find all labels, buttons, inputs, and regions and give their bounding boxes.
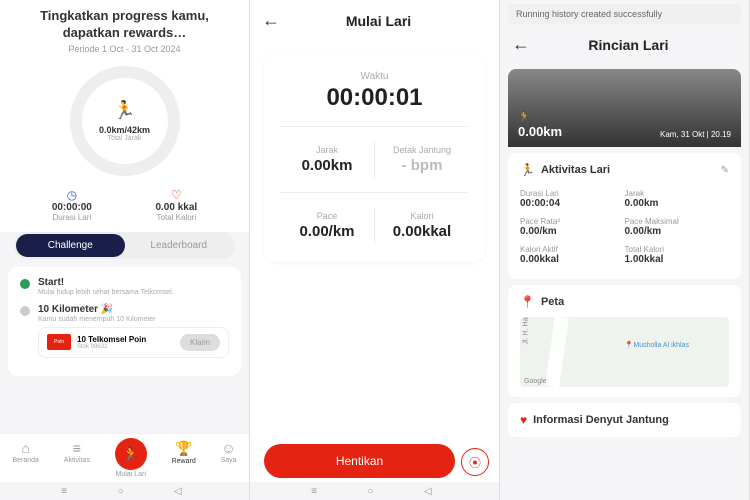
- progress-label: Total Jarak: [108, 135, 142, 142]
- timeline: Start! Mulai hidup lebih sehat bersama T…: [8, 267, 241, 376]
- runner-icon: 🏃: [520, 163, 535, 177]
- activity-stats: Durasi Lari00:00:04 Jarak0.00km Pace Rat…: [520, 185, 729, 269]
- challenge-period: Periode 1 Oct - 31 Oct 2024: [20, 44, 229, 54]
- map[interactable]: Jl. H. Harun 📍Musholla Al ikhlas Google: [520, 317, 729, 387]
- edit-icon[interactable]: ✎: [721, 165, 729, 176]
- timeline-item: Start! Mulai hidup lebih sehat bersama T…: [20, 277, 229, 296]
- hero-image: 🏃 0.00km Kam, 31 Okt | 20.19: [508, 69, 741, 147]
- pin-icon: 📍: [520, 295, 535, 309]
- recent-button[interactable]: ≡: [311, 486, 325, 496]
- runner-icon: 🏃: [518, 112, 530, 123]
- back-icon[interactable]: ←: [512, 34, 530, 55]
- reward-card: Poin 10 Telkomsel Poin Stok 99632 Klaim: [38, 327, 229, 358]
- screen-challenge: Tingkatkan progress kamu, dapatkan rewar…: [0, 0, 250, 500]
- bottom-nav: ⌂Beranda ≡Aktivitas 🏃Mulai Lari 🏆Reward …: [0, 433, 249, 482]
- trophy-icon: 🏆: [172, 440, 196, 457]
- map-section: 📍 Peta Jl. H. Harun 📍Musholla Al ikhlas …: [508, 285, 741, 397]
- progress-ring: 🏃 0.0km/42km Total Jarak: [70, 66, 180, 176]
- back-button[interactable]: ◁: [424, 486, 438, 496]
- pin-icon: ⦿: [469, 454, 481, 471]
- poin-badge-icon: Poin: [47, 334, 71, 350]
- home-button[interactable]: ○: [367, 486, 381, 496]
- heart-icon: ♥: [520, 413, 527, 427]
- stat-calorie: ♡ 0.00 kkal Total Kalori: [155, 188, 197, 222]
- nav-mulai-lari[interactable]: 🏃Mulai Lari: [115, 440, 147, 478]
- heart-icon: ♡: [155, 188, 197, 202]
- stat-duration: ◷ 00:00:00 Durasi Lari: [52, 188, 92, 222]
- recent-button[interactable]: ≡: [61, 486, 75, 496]
- home-icon: ⌂: [12, 440, 38, 456]
- run-icon: 🏃: [115, 438, 147, 470]
- header: ← Rincian Lari: [500, 24, 749, 65]
- header: ← Mulai Lari: [250, 0, 499, 41]
- stop-button[interactable]: Hentikan: [264, 444, 455, 478]
- heart-section: ♥ Informasi Denyut Jantung: [508, 403, 741, 437]
- page-title: Mulai Lari: [288, 13, 469, 29]
- timeline-dot-icon: [20, 306, 30, 316]
- hero-distance: 0.00km: [518, 124, 562, 139]
- android-nav: ≡ ○ ◁: [0, 482, 249, 500]
- nav-beranda[interactable]: ⌂Beranda: [12, 440, 38, 478]
- android-nav: ≡ ○ ◁: [250, 482, 499, 500]
- home-button[interactable]: ○: [117, 486, 131, 496]
- nav-reward[interactable]: 🏆Reward: [172, 440, 196, 478]
- screen-run-detail: Running history created successfully ← R…: [500, 0, 750, 500]
- toast: Running history created successfully: [508, 4, 741, 24]
- challenge-title: Tingkatkan progress kamu, dapatkan rewar…: [20, 8, 229, 42]
- tab-leaderboard[interactable]: Leaderboard: [125, 234, 234, 257]
- user-icon: ☺: [221, 440, 237, 456]
- tabs: Challenge Leaderboard: [14, 232, 235, 259]
- runner-icon: 🏃: [113, 100, 135, 121]
- hero-date: Kam, 31 Okt | 20.19: [660, 130, 731, 139]
- claim-button[interactable]: Klaim: [180, 334, 220, 351]
- nav-saya[interactable]: ☺Saya: [221, 440, 237, 478]
- timeline-item: 10 Kilometer 🎉 Kamu sudah menempuh 10 Ki…: [20, 304, 229, 358]
- progress-value: 0.0km/42km: [99, 125, 150, 135]
- page-title: Rincian Lari: [538, 37, 719, 53]
- timeline-dot-icon: [20, 279, 30, 289]
- activity-icon: ≡: [64, 440, 90, 456]
- tab-challenge[interactable]: Challenge: [16, 234, 125, 257]
- map-marker: 📍Musholla Al ikhlas: [625, 341, 689, 349]
- stats-row: ◷ 00:00:00 Durasi Lari ♡ 0.00 kkal Total…: [0, 182, 249, 232]
- progress-ring-wrap: 🏃 0.0km/42km Total Jarak: [0, 58, 249, 182]
- nav-aktivitas[interactable]: ≡Aktivitas: [64, 440, 90, 478]
- run-metrics-card: Waktu 00:00:01 Jarak0.00km Detak Jantung…: [264, 53, 485, 262]
- challenge-header: Tingkatkan progress kamu, dapatkan rewar…: [0, 0, 249, 58]
- elapsed-time: 00:00:01: [280, 84, 469, 112]
- screen-run-active: ← Mulai Lari Waktu 00:00:01 Jarak0.00km …: [250, 0, 500, 500]
- clock-icon: ◷: [52, 188, 92, 202]
- back-icon[interactable]: ←: [262, 10, 280, 31]
- activity-section: 🏃 Aktivitas Lari ✎ Durasi Lari00:00:04 J…: [508, 153, 741, 279]
- back-button[interactable]: ◁: [174, 486, 188, 496]
- location-button[interactable]: ⦿: [461, 448, 489, 476]
